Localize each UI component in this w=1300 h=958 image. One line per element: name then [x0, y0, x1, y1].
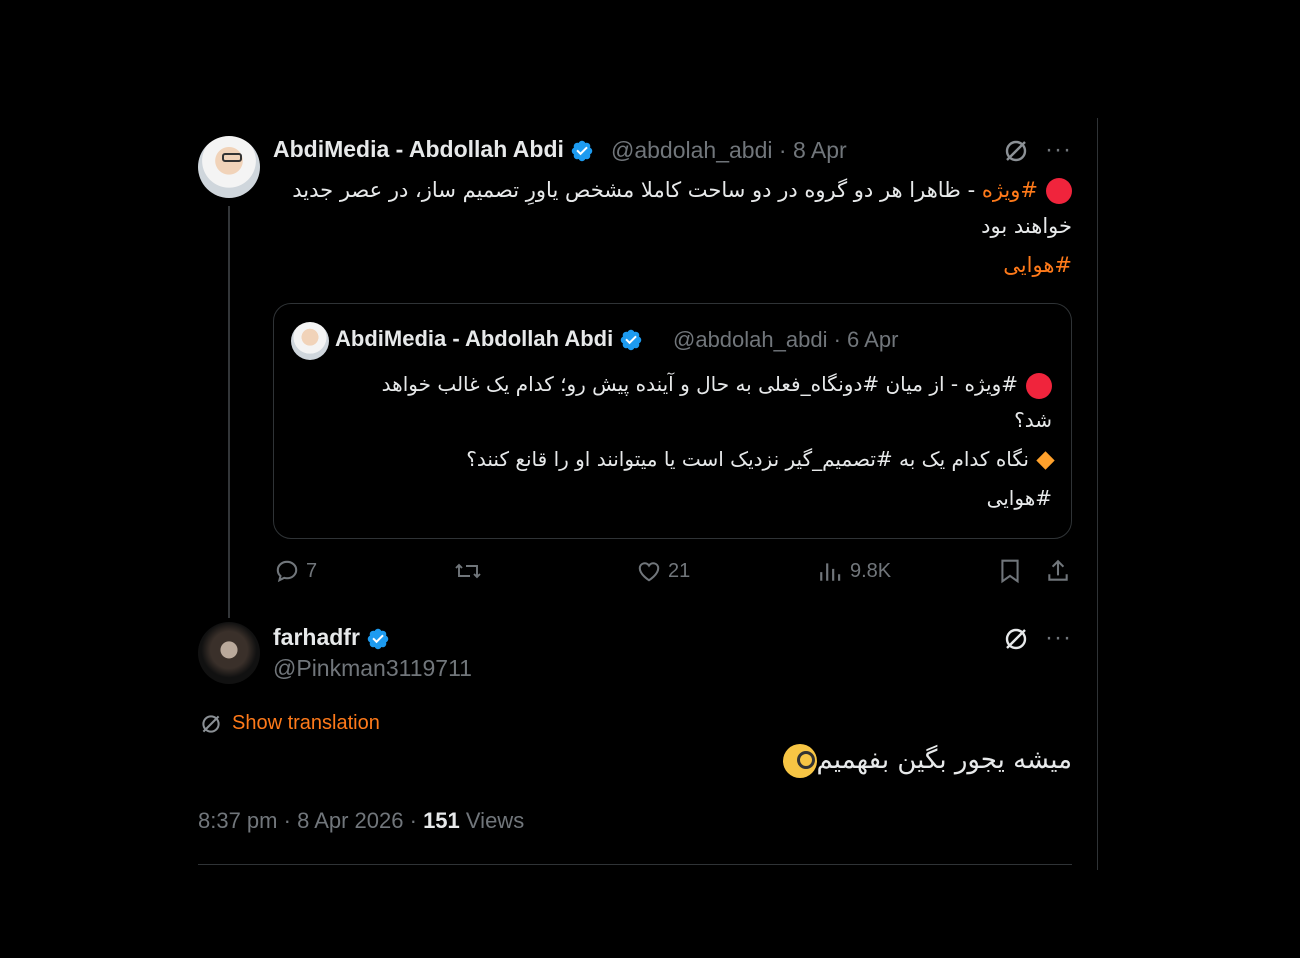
- hashtag-link[interactable]: #ویژه: [982, 178, 1038, 202]
- quoted-handle-date[interactable]: @abdolah_abdi · 6 Apr: [673, 327, 898, 353]
- author-handle-date[interactable]: @abdolah_abdi · 8 Apr: [611, 137, 847, 164]
- reply-timestamp[interactable]: 8:37 pm · 8 Apr 2026 · 151 Views: [198, 808, 524, 834]
- monocle-face-emoji: [782, 743, 817, 778]
- quoted-author-handle[interactable]: @abdolah_abdi: [673, 327, 827, 352]
- show-translation-link[interactable]: Show translation: [200, 712, 380, 735]
- tweet-text: #ویژه - ظاهرا هر دو گروه در دو ساحت کامل…: [272, 172, 1072, 208]
- bookmark-button[interactable]: [998, 558, 1022, 584]
- reply-avatar[interactable]: [198, 622, 260, 684]
- share-icon: [1048, 559, 1068, 581]
- quoted-avatar[interactable]: [291, 322, 329, 360]
- grok-icon[interactable]: [1003, 626, 1029, 652]
- quoted-author-name[interactable]: AbdiMedia - Abdollah Abdi: [335, 326, 643, 352]
- reply-text: میشه یجور بگین بفهمیم: [775, 740, 1073, 780]
- reply-date[interactable]: 8 Apr 2026: [297, 808, 403, 833]
- quoted-text-content: نگاه کدام یک به #تصمیم_گیر نزدیک است یا …: [466, 447, 1029, 471]
- quoted-author-name-text[interactable]: AbdiMedia - Abdollah Abdi: [335, 326, 613, 351]
- grok-icon[interactable]: [1003, 138, 1029, 164]
- show-translation-label[interactable]: Show translation: [232, 712, 380, 735]
- views-icon: [820, 563, 841, 581]
- reply-time[interactable]: 8:37 pm: [198, 808, 278, 833]
- reply-author-handle[interactable]: @Pinkman3119711: [273, 655, 472, 682]
- more-icon[interactable]: ···: [1045, 138, 1072, 162]
- column-border: [1097, 118, 1098, 870]
- verified-badge-icon: [571, 140, 593, 162]
- quoted-text-line: نگاه کدام یک به #تصمیم_گیر نزدیک است یا …: [300, 441, 1055, 477]
- hashtag-link[interactable]: #هوایی: [272, 247, 1072, 283]
- tweet-text-line: خواهند بود: [981, 214, 1072, 238]
- quoted-text-content: #ویژه - از میان #دونگاه_فعلی به حال و آی…: [381, 372, 1018, 396]
- retweet-icon: [455, 563, 481, 579]
- like-icon: [638, 562, 660, 582]
- author-name[interactable]: AbdiMedia - Abdollah Abdi: [273, 136, 594, 163]
- like-count: 21: [668, 559, 691, 582]
- quoted-text-line: شد؟: [1014, 408, 1052, 432]
- thread-connector: [228, 206, 230, 618]
- reply-views-label: Views: [465, 808, 525, 833]
- red-circle-emoji: [1046, 178, 1072, 204]
- translate-icon: [202, 714, 220, 733]
- author-handle[interactable]: @abdolah_abdi: [611, 137, 772, 163]
- tweet-text-line: - ظاهرا هر دو گروه در دو ساحت کاملا مشخص…: [292, 178, 982, 202]
- reply-author-name-text[interactable]: farhadfr: [273, 624, 360, 650]
- verified-badge-icon: [620, 329, 642, 351]
- author-name-text[interactable]: AbdiMedia - Abdollah Abdi: [273, 136, 564, 162]
- share-button[interactable]: [1045, 558, 1071, 584]
- verified-badge-icon: [367, 628, 389, 650]
- divider: [198, 864, 1072, 865]
- reply-author-name[interactable]: farhadfr: [273, 624, 390, 651]
- quoted-text-line: #هوایی: [986, 486, 1052, 510]
- avatar[interactable]: [198, 136, 260, 198]
- orange-diamond-emoji: [1036, 451, 1055, 470]
- tweet-date[interactable]: 8 Apr: [793, 137, 847, 163]
- quoted-date[interactable]: 6 Apr: [847, 327, 898, 352]
- views-button[interactable]: 9.8K: [818, 558, 891, 584]
- quoted-text-line: #ویژه - از میان #دونگاه_فعلی به حال و آی…: [300, 366, 1052, 402]
- bookmark-icon: [1001, 559, 1019, 584]
- reply-views-count: 151: [423, 808, 460, 833]
- reply-icon: [276, 560, 298, 583]
- like-button[interactable]: 21: [636, 558, 690, 584]
- reply-button[interactable]: 7: [274, 558, 317, 584]
- retweet-button[interactable]: [454, 558, 482, 584]
- more-icon[interactable]: ···: [1045, 626, 1072, 650]
- reply-count: 7: [306, 559, 318, 582]
- red-circle-emoji: [1026, 372, 1052, 399]
- view-count: 9.8K: [850, 559, 892, 582]
- reply-text-content: میشه یجور بگین بفهمیم: [816, 745, 1073, 775]
